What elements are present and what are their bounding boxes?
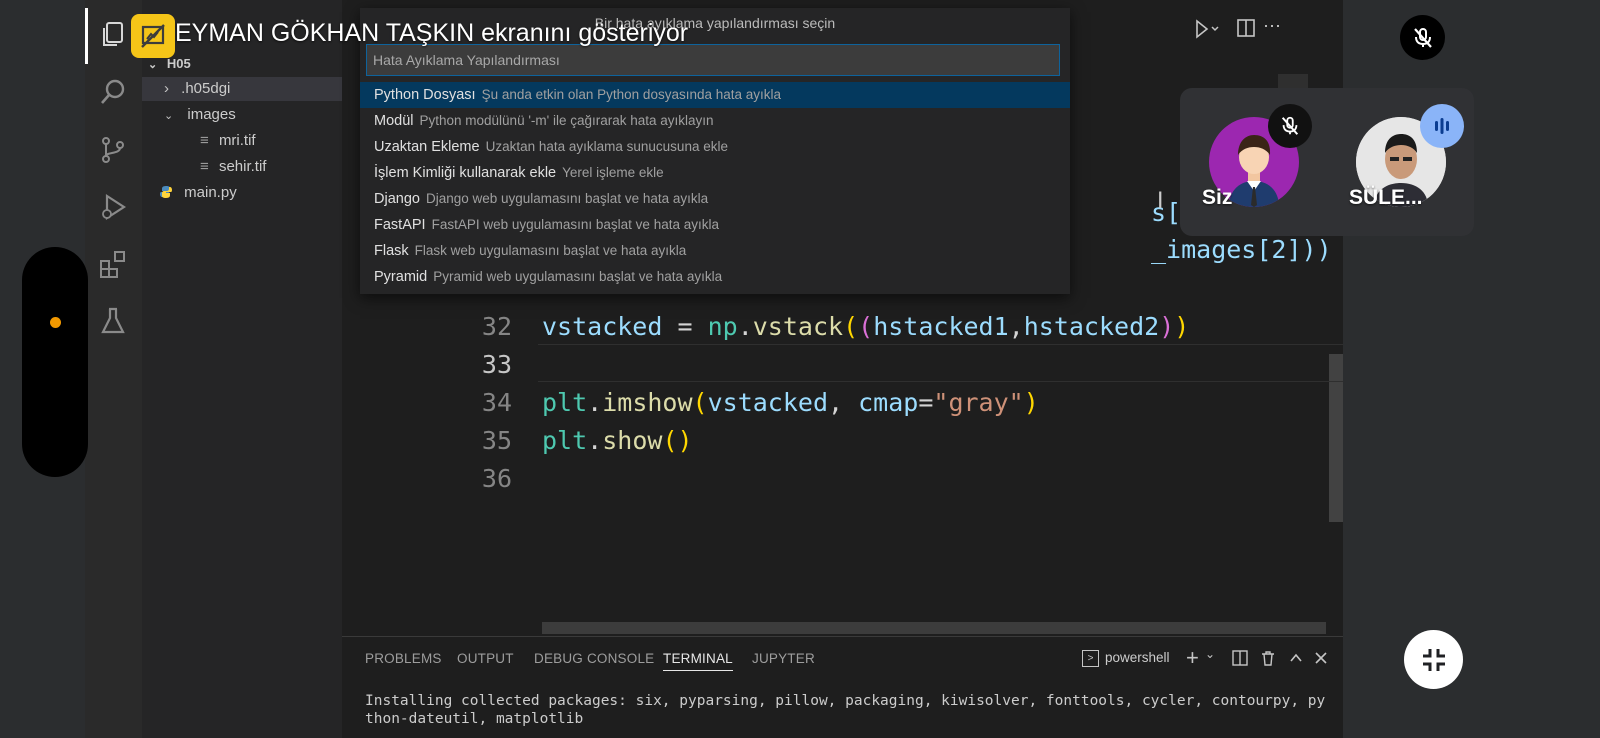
quick-pick-placeholder: Hata Ayıklama Yapılandırması — [373, 52, 560, 68]
python-icon — [160, 182, 172, 198]
quick-pick-item[interactable]: Modül Python modülünü '-m' ile çağırarak … — [360, 108, 1070, 134]
minimap — [1278, 74, 1308, 88]
line-number: 34 — [481, 388, 512, 417]
quick-pick-item[interactable]: İşlem Kimliği kullanarak ekle Yerel işlem… — [360, 160, 1070, 186]
terminal-line: Installing collected packages: six, pypa… — [365, 693, 1326, 709]
tab-terminal[interactable]: TERMINAL — [663, 651, 733, 671]
tab-jupyter[interactable]: JUPYTER — [752, 651, 815, 666]
quick-pick-item[interactable]: Python Dosyası Şu anda etkin olan Python … — [360, 82, 1070, 108]
code-fragment-b: _images[2])) — [1151, 235, 1332, 264]
side-pill[interactable] — [22, 247, 88, 477]
explorer-icon[interactable] — [98, 20, 128, 50]
participants-card: Siz SÜLE... — [1180, 88, 1474, 236]
tree-item-label: images — [187, 106, 236, 123]
participant-name: SÜLE... — [1349, 186, 1423, 209]
tab-debug-console[interactable]: DEBUG CONSOLE — [534, 651, 654, 666]
more-actions-icon[interactable]: ⋯ — [1263, 16, 1281, 37]
editor-actions: ⋯ — [1195, 14, 1285, 44]
testing-flask-icon[interactable] — [98, 306, 128, 336]
line-number: 32 — [481, 312, 512, 341]
split-editor-icon[interactable] — [1237, 19, 1255, 42]
current-line-highlight — [538, 344, 1343, 382]
line-number: 35 — [481, 426, 512, 455]
extensions-icon[interactable] — [98, 249, 128, 279]
chevron-right-icon: › — [164, 80, 169, 97]
run-icon[interactable] — [1195, 19, 1221, 44]
tab-problems[interactable]: PROBLEMS — [365, 651, 442, 666]
line-number: 33 — [481, 350, 512, 379]
add-terminal-icon[interactable]: + — [1186, 645, 1199, 671]
tree-item-sehir[interactable]: ≡ sehir.tif — [200, 155, 266, 179]
text-cursor-icon: Ⅰ — [1157, 189, 1164, 214]
terminal-shell-label[interactable]: powershell — [1105, 650, 1170, 665]
bottom-panel: PROBLEMS OUTPUT DEBUG CONSOLE TERMINAL J… — [342, 636, 1343, 738]
participant-name: Siz — [1202, 186, 1233, 209]
active-indicator — [85, 8, 88, 64]
quick-pick-item[interactable]: FastAPI FastAPI web uygulamasını başlat v… — [360, 212, 1070, 238]
file-lines-icon: ≡ — [200, 158, 209, 175]
tree-item-label: sehir.tif — [218, 158, 267, 175]
quick-pick-item[interactable]: Django Django web uygulamasını başlat ve … — [360, 186, 1070, 212]
code-line-32[interactable]: vstacked = np.vstack((hstacked1,hstacked… — [542, 312, 1189, 341]
quick-pick-input[interactable]: Hata Ayıklama Yapılandırması — [366, 44, 1060, 76]
terminal-line: thon-dateutil, matplotlib — [365, 711, 584, 727]
root-folder-label: H05 — [166, 56, 191, 71]
line-number: 36 — [481, 464, 512, 493]
quick-pick-item[interactable]: Flask Flask web uygulamasını başlat ve ha… — [360, 238, 1070, 264]
code-line-34[interactable]: plt.imshow(vstacked, cmap="gray") — [542, 388, 1039, 417]
run-debug-icon[interactable] — [98, 192, 128, 222]
presentation-badge-icon[interactable] — [131, 14, 175, 58]
tree-item-main-py[interactable]: main.py — [160, 181, 237, 205]
split-terminal-icon[interactable] — [1232, 650, 1248, 671]
trash-icon[interactable] — [1260, 650, 1276, 671]
chevron-down-icon: ⌄ — [164, 110, 174, 122]
presenter-banner: EYMAN GÖKHAN TAŞKIN ekranını gösteriyor — [175, 19, 689, 47]
tree-item-mri[interactable]: ≡ mri.tif — [200, 129, 256, 153]
chevron-down-icon: ⌄ — [148, 59, 158, 71]
search-icon[interactable] — [98, 77, 128, 107]
explorer-panel: ⌄ H05 › .h05dgi ⌄ images ≡ mri.tif ≡ seh… — [142, 0, 342, 738]
close-panel-icon[interactable] — [1313, 650, 1329, 671]
activity-bar — [85, 0, 142, 738]
debug-config-quick-pick: Bir hata ayıklama yapılandırması seçin H… — [360, 8, 1070, 294]
speaking-indicator-icon — [1420, 104, 1464, 148]
mic-off-icon[interactable] — [1400, 15, 1445, 60]
status-dot — [50, 317, 61, 328]
shared-screen: ⌄ H05 › .h05dgi ⌄ images ≡ mri.tif ≡ seh… — [85, 0, 1343, 738]
horizontal-scrollbar[interactable] — [542, 622, 1326, 634]
tree-item-label: main.py — [184, 184, 237, 201]
maximize-panel-icon[interactable] — [1288, 650, 1304, 671]
exit-fullscreen-icon[interactable] — [1404, 630, 1463, 689]
source-control-icon[interactable] — [98, 135, 128, 165]
tree-item-images[interactable]: ⌄ images — [164, 103, 236, 127]
chevron-down-icon[interactable]: ⌄ — [1205, 647, 1215, 661]
quick-pick-item[interactable]: Pyramid Pyramid web uygulamasını başlat v… — [360, 264, 1070, 290]
quick-pick-item[interactable]: Uzaktan Ekleme Uzaktan hata ayıklama sunu… — [360, 134, 1070, 160]
code-line-35[interactable]: plt.show() — [542, 426, 693, 455]
tree-item-label: .h05dgi — [181, 80, 231, 97]
tree-item-h05dgi[interactable]: › .h05dgi — [142, 77, 342, 101]
tab-output[interactable]: OUTPUT — [457, 651, 514, 666]
terminal-icon: > — [1082, 650, 1099, 667]
participant-mic-off-icon — [1268, 104, 1312, 148]
file-lines-icon: ≡ — [200, 132, 209, 149]
tree-item-label: mri.tif — [218, 132, 256, 149]
